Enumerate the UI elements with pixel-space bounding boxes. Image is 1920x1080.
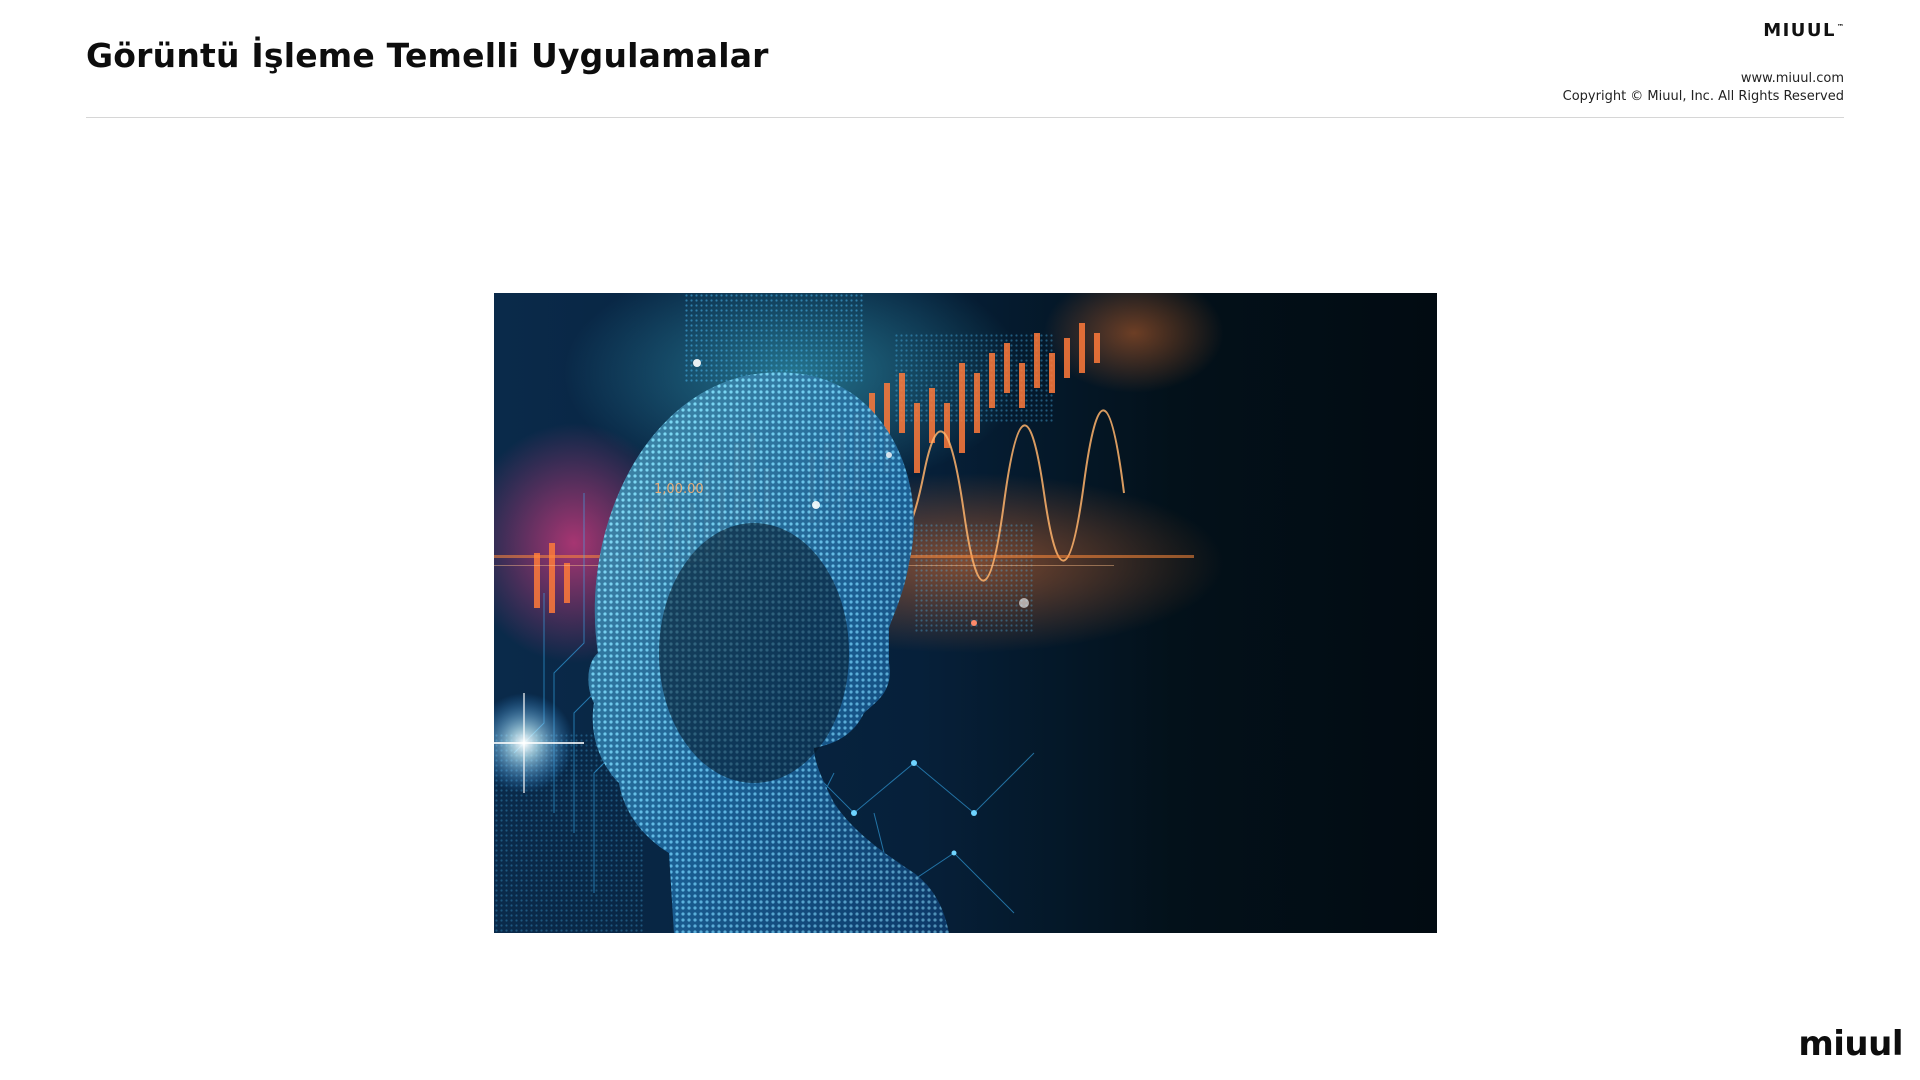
- header-divider: [86, 117, 1844, 118]
- slide: Görüntü İşleme Temelli Uygulamalar MIUUL…: [0, 0, 1920, 1080]
- slide-title: Görüntü İşleme Temelli Uygulamalar: [86, 36, 769, 75]
- trademark-mark: ™: [1837, 23, 1844, 31]
- copyright-notice: Copyright © Miuul, Inc. All Rights Reser…: [1562, 89, 1844, 104]
- miuul-logo: miuul: [1798, 1024, 1903, 1064]
- website-url: www.miuul.com: [1740, 71, 1844, 86]
- brand-name: MIUUL: [1763, 20, 1836, 41]
- price-overlay-text: 1,00.00: [654, 482, 704, 497]
- brand-wordmark: MIUUL™: [1763, 20, 1844, 41]
- ai-head-illustration: 1,00.00: [494, 293, 1437, 933]
- ai-head-graphic: 1,00.00: [494, 293, 1437, 933]
